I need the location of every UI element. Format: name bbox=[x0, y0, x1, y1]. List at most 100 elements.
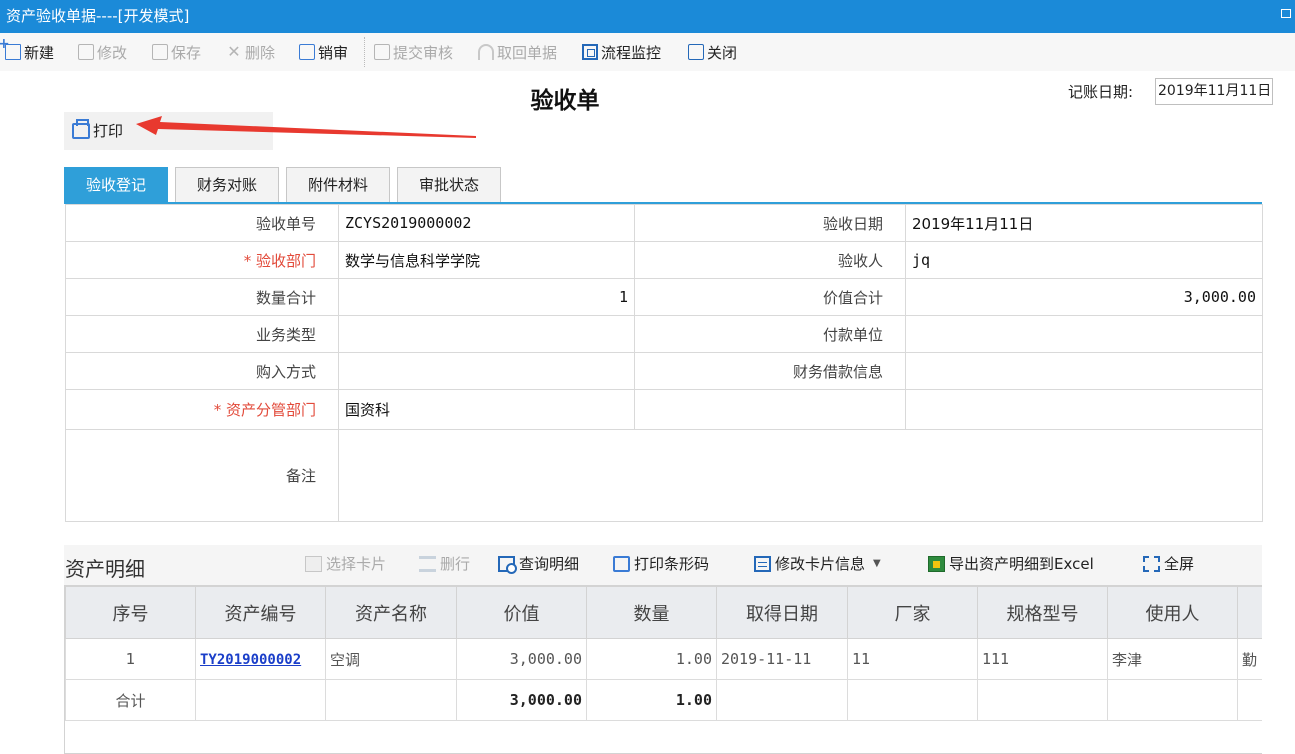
total-label: 合计 bbox=[65, 679, 196, 721]
cancel-review-button[interactable]: 销审 bbox=[299, 41, 348, 63]
asset-code-link[interactable]: TY2019000002 bbox=[200, 652, 301, 668]
delete-button[interactable]: ✕ 删除 bbox=[226, 41, 275, 63]
cell-empty bbox=[1237, 679, 1262, 721]
cell-extra: 勤 bbox=[1237, 638, 1262, 680]
flow-monitor-button[interactable]: 流程监控 bbox=[582, 41, 661, 63]
tab-attachments[interactable]: 附件材料 bbox=[286, 167, 390, 203]
cell-spec: 111 bbox=[977, 638, 1108, 680]
booking-date-field[interactable]: 2019年11月11日 bbox=[1155, 78, 1273, 105]
remark-label: 备注 bbox=[65, 429, 339, 522]
form-row: 验收单号 ZCYS2019000002 验收日期 2019年11月11日 bbox=[65, 204, 1263, 242]
column-header[interactable]: 资产编号 bbox=[195, 586, 326, 639]
form-label: 数量合计 bbox=[65, 278, 339, 316]
form-value[interactable]: jq bbox=[905, 241, 1263, 279]
tab-approval-status[interactable]: 审批状态 bbox=[397, 167, 501, 203]
form-row: 数量合计 1 价值合计 3,000.00 bbox=[65, 278, 1263, 316]
acceptance-form: 验收单号 ZCYS2019000002 验收日期 2019年11月11日 * 验… bbox=[65, 204, 1263, 522]
monitor-icon bbox=[582, 44, 598, 60]
form-value[interactable] bbox=[905, 352, 1263, 390]
form-value[interactable] bbox=[905, 389, 1263, 430]
annotation-arrow-icon bbox=[136, 116, 476, 138]
cell-date: 2019-11-11 bbox=[716, 638, 848, 680]
form-label: 付款单位 bbox=[634, 315, 906, 353]
close-button[interactable]: 关闭 bbox=[688, 41, 737, 63]
form-value[interactable] bbox=[338, 315, 635, 353]
booking-date-label: 记账日期: bbox=[1068, 83, 1134, 101]
submit-review-button[interactable]: 提交审核 bbox=[374, 41, 453, 63]
grid-header-row: 序号 资产编号 资产名称 价值 数量 取得日期 厂家 规格型号 使用人 bbox=[65, 586, 1262, 639]
new-button[interactable]: 新建 bbox=[0, 36, 54, 63]
search-icon bbox=[498, 555, 517, 574]
form-label: 验收人 bbox=[634, 241, 906, 279]
form-value[interactable]: 2019年11月11日 bbox=[905, 204, 1263, 242]
new-icon bbox=[0, 36, 21, 60]
total-value: 3,000.00 bbox=[456, 679, 587, 721]
column-header[interactable]: 序号 bbox=[65, 586, 196, 639]
form-label: * 资产分管部门 bbox=[65, 389, 339, 430]
printer-icon bbox=[72, 118, 90, 139]
column-header[interactable]: 使用人 bbox=[1107, 586, 1238, 639]
asset-detail-grid-frame: 序号 资产编号 资产名称 价值 数量 取得日期 厂家 规格型号 使用人 1 TY… bbox=[64, 585, 1262, 754]
cell-no: 1 bbox=[65, 638, 196, 680]
submit-icon bbox=[374, 44, 390, 60]
form-value[interactable] bbox=[338, 352, 635, 390]
form-value[interactable]: ZCYS2019000002 bbox=[338, 204, 635, 242]
excel-icon bbox=[928, 555, 945, 572]
form-row: 业务类型 付款单位 bbox=[65, 315, 1263, 353]
chevron-down-icon[interactable]: ▼ bbox=[873, 558, 881, 569]
select-card-button[interactable]: 选择卡片 bbox=[305, 553, 386, 574]
cell-asset-code: TY2019000002 bbox=[195, 638, 326, 680]
window-title: 资产验收单据----[开发模式] bbox=[6, 7, 190, 25]
cell-maker: 11 bbox=[847, 638, 978, 680]
form-label: 验收日期 bbox=[634, 204, 906, 242]
asset-detail-toolbar: 资产明细 选择卡片 删行 查询明细 打印条形码 修改卡片信息 ▼ 导出资产明细到E… bbox=[64, 545, 1262, 585]
column-header[interactable] bbox=[1237, 586, 1262, 639]
form-label bbox=[634, 389, 906, 430]
print-button[interactable]: 打印 bbox=[72, 118, 123, 141]
table-row[interactable]: 1 TY2019000002 空调 3,000.00 1.00 2019-11-… bbox=[65, 638, 1262, 680]
form-label: * 验收部门 bbox=[65, 241, 339, 279]
form-label: 财务借款信息 bbox=[634, 352, 906, 390]
form-value[interactable]: 3,000.00 bbox=[905, 278, 1263, 316]
total-qty: 1.00 bbox=[586, 679, 717, 721]
print-barcode-button[interactable]: 打印条形码 bbox=[613, 553, 709, 574]
tab-finance-reconcile[interactable]: 财务对账 bbox=[175, 167, 279, 203]
form-label: 业务类型 bbox=[65, 315, 339, 353]
asset-detail-title: 资产明细 bbox=[65, 557, 145, 581]
edit-button[interactable]: 修改 bbox=[78, 41, 127, 63]
column-header[interactable]: 价值 bbox=[456, 586, 587, 639]
main-toolbar: 新建 修改 保存 ✕删除 销审 提交审核 取回单据 流程监控 关闭 bbox=[0, 33, 1295, 71]
cell-asset-name: 空调 bbox=[325, 638, 457, 680]
save-button[interactable]: 保存 bbox=[152, 41, 201, 63]
retrieve-button[interactable]: 取回单据 bbox=[478, 41, 557, 63]
column-header[interactable]: 数量 bbox=[586, 586, 717, 639]
delete-row-button[interactable]: 删行 bbox=[419, 553, 470, 574]
total-row: 合计 3,000.00 1.00 bbox=[65, 679, 1262, 721]
column-header[interactable]: 厂家 bbox=[847, 586, 978, 639]
cell-empty bbox=[195, 679, 326, 721]
form-value[interactable] bbox=[905, 315, 1263, 353]
cell-empty bbox=[977, 679, 1108, 721]
toolbar-separator bbox=[364, 37, 365, 67]
fullscreen-icon bbox=[1143, 555, 1160, 572]
column-header[interactable]: 资产名称 bbox=[325, 586, 457, 639]
maximize-icon[interactable] bbox=[1281, 9, 1291, 18]
edit-card-info-button[interactable]: 修改卡片信息 ▼ bbox=[754, 553, 881, 574]
query-detail-button[interactable]: 查询明细 bbox=[498, 553, 579, 574]
form-value[interactable]: 1 bbox=[338, 278, 635, 316]
printer-icon bbox=[613, 555, 630, 572]
form-row: * 资产分管部门 国资科 bbox=[65, 389, 1263, 430]
column-header[interactable]: 规格型号 bbox=[977, 586, 1108, 639]
remark-field[interactable] bbox=[338, 429, 1263, 522]
form-value[interactable]: 数学与信息科学学院 bbox=[338, 241, 635, 279]
tab-acceptance-register[interactable]: 验收登记 bbox=[64, 167, 168, 203]
fullscreen-button[interactable]: 全屏 bbox=[1143, 553, 1194, 574]
column-header[interactable]: 取得日期 bbox=[716, 586, 848, 639]
form-value[interactable]: 国资科 bbox=[338, 389, 635, 430]
form-label: 购入方式 bbox=[65, 352, 339, 390]
edit-icon bbox=[78, 44, 94, 60]
export-excel-button[interactable]: 导出资产明细到Excel bbox=[928, 553, 1094, 574]
asset-detail-grid: 序号 资产编号 资产名称 价值 数量 取得日期 厂家 规格型号 使用人 1 TY… bbox=[65, 586, 1262, 721]
form-row: 购入方式 财务借款信息 bbox=[65, 352, 1263, 390]
delete-row-icon bbox=[419, 555, 436, 572]
